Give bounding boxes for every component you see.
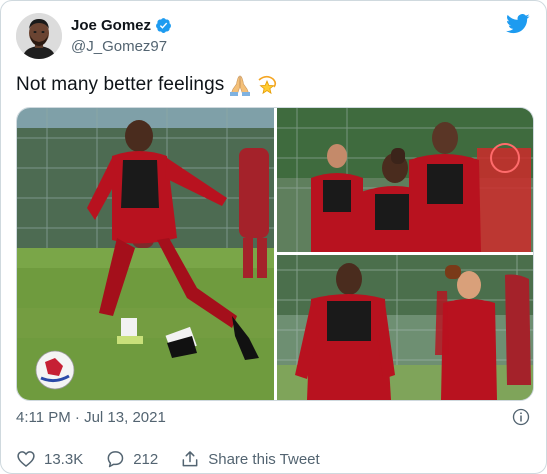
share-button[interactable]: Share this Tweet: [180, 449, 320, 469]
verified-badge-icon: [156, 18, 171, 33]
training-photo-ball-image: [17, 108, 274, 400]
reply-button[interactable]: 212: [105, 449, 158, 469]
folded-hands-emoji: [230, 75, 251, 96]
twitter-bird-icon[interactable]: [506, 14, 530, 34]
display-name-row[interactable]: Joe Gomez: [71, 17, 172, 34]
user-handle[interactable]: @J_Gomez97: [71, 38, 167, 55]
tweet-text-row: Not many better feelings: [16, 74, 278, 96]
reply-bubble-icon: [107, 451, 124, 468]
tweet-card: Joe Gomez @J_Gomez97 Not many better fee…: [0, 0, 547, 474]
profile-avatar-icon: [16, 13, 62, 59]
display-name[interactable]: Joe Gomez: [71, 17, 151, 34]
training-photo-closeup[interactable]: [277, 255, 533, 400]
like-count: 13.3K: [44, 450, 84, 468]
tweet-timestamp[interactable]: 4:11 PM · Jul 13, 2021: [16, 409, 166, 426]
training-photo-group-image: [277, 108, 533, 252]
heart-icon: [17, 451, 35, 468]
training-photo-group[interactable]: [277, 108, 533, 252]
share-icon: [182, 451, 198, 467]
tweet-text: Not many better feelings: [16, 74, 225, 95]
reply-count: 212: [133, 450, 159, 468]
tweet-actions: 13.3K 212 Share this Tweet: [16, 449, 342, 469]
dizzy-star-emoji: [258, 75, 277, 95]
share-label: Share this Tweet: [208, 450, 320, 468]
training-photo-closeup-image: [277, 255, 533, 400]
training-photo-ball[interactable]: [17, 108, 274, 400]
media-grid[interactable]: [16, 107, 534, 401]
info-icon[interactable]: [512, 408, 530, 426]
avatar[interactable]: [16, 13, 62, 59]
like-button[interactable]: 13.3K: [16, 449, 83, 469]
